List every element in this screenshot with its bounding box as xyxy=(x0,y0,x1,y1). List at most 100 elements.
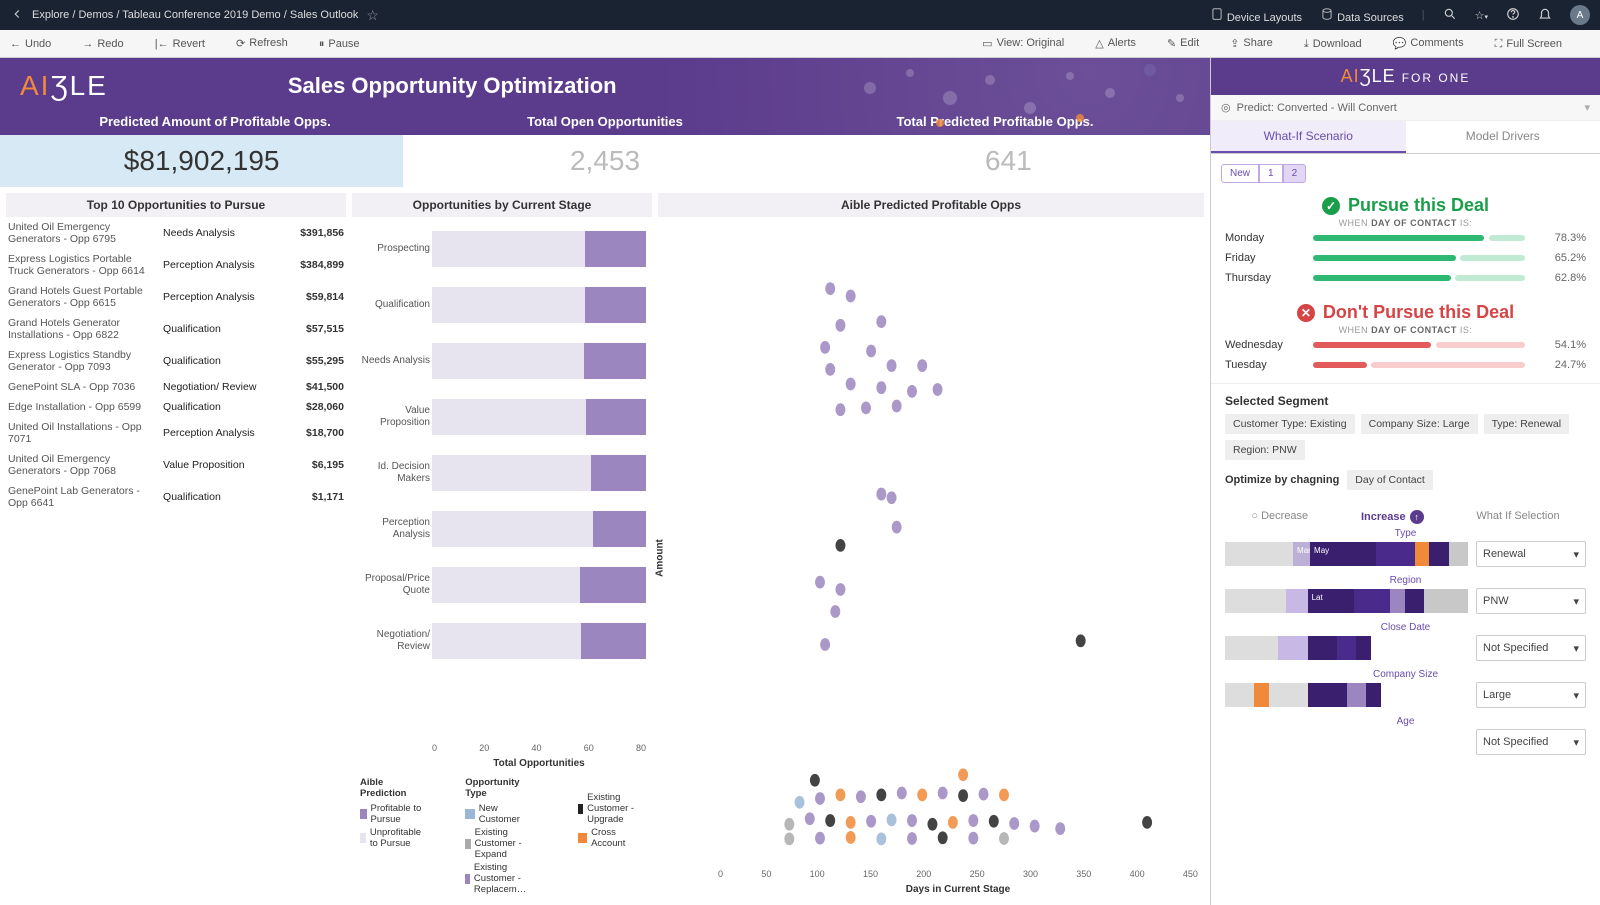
scatter-x-label: Days in Current Stage xyxy=(718,884,1198,895)
whatif-label: Age xyxy=(1225,716,1586,727)
refresh-button[interactable]: ⟳ Refresh xyxy=(236,37,302,50)
dont-pursue-title: ✕ Don't Pursue this Deal xyxy=(1211,302,1600,323)
chevron-down-icon: ▾ xyxy=(1573,548,1579,561)
what-if-header: What If Selection xyxy=(1476,510,1559,524)
table-row[interactable]: GenePoint SLA - Opp 7036Negotiation/ Rev… xyxy=(6,377,346,397)
download-button[interactable]: ⤓ Download xyxy=(1304,38,1376,51)
kpi-header: Predicted Amount of Profitable Opps. xyxy=(20,108,410,135)
table-row[interactable]: Grand Hotels Generator Installations - O… xyxy=(6,313,346,345)
increase-toggle[interactable]: Increase ↑ xyxy=(1361,510,1424,524)
prob-row: Wednesday54.1% xyxy=(1211,335,1600,355)
chevron-down-icon: ▾ xyxy=(1573,736,1579,749)
table-row[interactable]: GenePoint Lab Generators - Opp 6641Quali… xyxy=(6,481,346,513)
favorite-icon[interactable]: ☆ xyxy=(366,7,379,24)
aible-logo: AIƷLE xyxy=(20,70,108,102)
comments-button[interactable]: 💬 Comments xyxy=(1393,37,1478,50)
chevron-down-icon: ▾ xyxy=(1573,689,1579,702)
prob-row: Tuesday24.7% xyxy=(1211,355,1600,375)
segment-title: Selected Segment xyxy=(1225,394,1586,408)
search-icon[interactable] xyxy=(1443,7,1457,24)
prob-row: Thursday62.8% xyxy=(1211,268,1600,288)
bar-row[interactable]: Perception Analysis xyxy=(432,501,646,557)
kpi-header: Total Open Opportunities xyxy=(410,108,800,135)
dashboard-title: Sales Opportunity Optimization xyxy=(288,73,1190,99)
kpi-value[interactable]: $81,902,195 xyxy=(0,135,403,187)
tab-what-if[interactable]: What-If Scenario xyxy=(1211,121,1406,153)
heatstrip[interactable] xyxy=(1225,636,1468,660)
favorites-dropdown-icon[interactable]: ☆▾ xyxy=(1475,9,1488,22)
top-nav: Explore / Demos / Tableau Conference 201… xyxy=(0,0,1600,30)
heatstrip[interactable]: MarMay xyxy=(1225,542,1468,566)
notifications-icon[interactable] xyxy=(1538,7,1552,24)
breadcrumb[interactable]: Explore / Demos / Tableau Conference 201… xyxy=(32,9,358,21)
decrease-toggle[interactable]: ○ Decrease xyxy=(1251,510,1308,524)
chevron-down-icon: ▾ xyxy=(1573,595,1579,608)
bar-row[interactable]: Needs Analysis xyxy=(432,333,646,389)
undo-button[interactable]: ← Undo xyxy=(10,38,65,50)
scatter-title: Aible Predicted Profitable Opps xyxy=(658,193,1204,217)
table-row[interactable]: United Oil Emergency Generators - Opp 70… xyxy=(6,449,346,481)
alerts-button[interactable]: △ Alerts xyxy=(1095,37,1150,50)
scenario-pill[interactable]: 1 xyxy=(1259,164,1283,183)
table-row[interactable]: United Oil Emergency Generators - Opp 67… xyxy=(6,217,346,249)
back-icon[interactable] xyxy=(10,7,24,24)
share-button[interactable]: ⇪ Share xyxy=(1230,37,1287,50)
segment-chip[interactable]: Company Size: Large xyxy=(1361,414,1478,434)
whatif-select[interactable]: Not Specified▾ xyxy=(1476,729,1586,755)
bar-row[interactable]: Qualification xyxy=(432,277,646,333)
chevron-down-icon: ▾ xyxy=(1573,642,1579,655)
optimize-label: Optimize by chagning xyxy=(1225,474,1339,486)
bar-row[interactable]: Prospecting xyxy=(432,221,646,277)
fullscreen-button[interactable]: ⛶ Full Screen xyxy=(1495,38,1576,51)
scenario-pill[interactable]: 2 xyxy=(1283,164,1307,183)
whatif-select[interactable]: Renewal▾ xyxy=(1476,541,1586,567)
optimize-value-chip[interactable]: Day of Contact xyxy=(1347,470,1432,490)
heatstrip[interactable] xyxy=(1225,730,1468,754)
segment-chip[interactable]: Customer Type: Existing xyxy=(1225,414,1355,434)
table-row[interactable]: United Oil Installations - Opp 7071Perce… xyxy=(6,417,346,449)
table-row[interactable]: Express Logistics Portable Truck Generat… xyxy=(6,249,346,281)
redo-button[interactable]: → Redo xyxy=(82,38,137,50)
tab-model-drivers[interactable]: Model Drivers xyxy=(1406,121,1600,153)
bar-row[interactable]: Id. Decision Makers xyxy=(432,445,646,501)
whatif-select[interactable]: Large▾ xyxy=(1476,682,1586,708)
revert-button[interactable]: |← Revert xyxy=(155,38,219,50)
table-row[interactable]: Grand Hotels Guest Portable Generators -… xyxy=(6,281,346,313)
heatstrip[interactable] xyxy=(1225,683,1468,707)
dashboard: AIƷLE Sales Opportunity Optimization Pre… xyxy=(0,58,1210,905)
pause-button[interactable]: ⏸ Pause xyxy=(319,38,374,51)
stage-title: Opportunities by Current Stage xyxy=(352,193,652,217)
legend-aible-title: Aible Prediction xyxy=(360,777,425,799)
edit-button[interactable]: ✎ Edit xyxy=(1167,37,1213,50)
legend-type-title: Opportunity Type xyxy=(465,777,538,799)
whatif-select[interactable]: PNW▾ xyxy=(1476,588,1586,614)
help-icon[interactable] xyxy=(1506,7,1520,24)
bar-row[interactable]: Value Proposition xyxy=(432,389,646,445)
segment-chip[interactable]: Region: PNW xyxy=(1225,440,1305,460)
bar-row[interactable]: Proposal/Price Quote xyxy=(432,557,646,613)
kpi-value[interactable]: 641 xyxy=(807,135,1210,187)
scenario-pill[interactable]: New xyxy=(1221,164,1259,183)
prob-row: Friday65.2% xyxy=(1211,248,1600,268)
toolbar: ← Undo → Redo |← Revert ⟳ Refresh ⏸ Paus… xyxy=(0,30,1600,58)
side-brand: AIƷLE FOR ONE xyxy=(1211,58,1600,95)
predict-dropdown[interactable]: ◎ Predict: Converted - Will Convert ▾ xyxy=(1211,95,1600,121)
whatif-select[interactable]: Not Specified▾ xyxy=(1476,635,1586,661)
whatif-label: Region xyxy=(1225,575,1586,586)
whatif-label: Company Size xyxy=(1225,669,1586,680)
prob-row: Monday78.3% xyxy=(1211,228,1600,248)
top10-title: Top 10 Opportunities to Pursue xyxy=(6,193,346,217)
heatstrip[interactable]: Lat xyxy=(1225,589,1468,613)
device-layouts-link[interactable]: Device Layouts xyxy=(1210,7,1302,24)
bar-row[interactable]: Negotiation/ Review xyxy=(432,613,646,669)
kpi-value[interactable]: 2,453 xyxy=(403,135,806,187)
view-button[interactable]: ▭ View: Original xyxy=(982,37,1078,50)
x-icon: ✕ xyxy=(1297,304,1315,322)
segment-chip[interactable]: Type: Renewal xyxy=(1484,414,1569,434)
data-sources-link[interactable]: Data Sources xyxy=(1320,7,1404,24)
table-row[interactable]: Edge Installation - Opp 6599Qualificatio… xyxy=(6,397,346,417)
scatter-y-label: Amount xyxy=(655,539,666,577)
table-row[interactable]: Express Logistics Standby Generator - Op… xyxy=(6,345,346,377)
avatar[interactable]: A xyxy=(1570,5,1590,25)
arrow-up-icon: ↑ xyxy=(1410,510,1424,524)
